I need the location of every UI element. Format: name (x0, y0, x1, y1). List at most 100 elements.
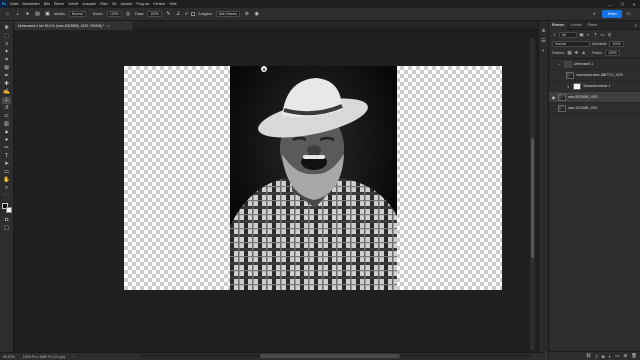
pen-tool-icon[interactable]: ✑ (2, 145, 11, 152)
move-tool-icon[interactable]: ✥ (2, 25, 11, 32)
sample-select[interactable]: Alle Ebenen (215, 11, 241, 17)
history-panel-icon[interactable]: ⧖ (540, 27, 547, 34)
history-brush-icon[interactable]: ↺ (2, 105, 11, 112)
filter-adjustment-icon[interactable]: ◐ (586, 32, 591, 37)
menu-image[interactable]: Bild (42, 2, 52, 6)
background-color-swatch[interactable] (5, 207, 12, 213)
lasso-tool-icon[interactable]: ↄ (2, 41, 11, 48)
horizontal-scroll-thumb[interactable] (260, 354, 400, 358)
layer-row[interactable]: ◉ man-beard-wise-3887712_1920 (549, 70, 640, 81)
zoom-level[interactable]: 59,07% (3, 355, 15, 359)
status-arrow-icon[interactable]: › (73, 355, 74, 359)
brush-preset-icon[interactable]: ● (24, 11, 31, 18)
filter-type-icon[interactable]: T (593, 32, 598, 37)
canvas-workspace[interactable]: ✥ (14, 30, 538, 352)
tab-paths[interactable]: Pfade (585, 21, 600, 30)
eraser-tool-icon[interactable]: ▱ (2, 113, 11, 120)
visibility-toggle[interactable]: ◉ (551, 95, 556, 100)
filter-smart-icon[interactable]: ⊡ (607, 32, 612, 38)
layer-style-icon[interactable]: ƒ (595, 354, 598, 359)
color-swatches[interactable] (1, 203, 12, 213)
photoshop-logo-icon[interactable]: Ps (0, 0, 8, 8)
lock-position-icon[interactable]: ✥ (574, 50, 579, 56)
mode-select[interactable]: Normal (68, 11, 86, 17)
tab-channels[interactable]: Kanäle (567, 21, 584, 30)
tab-layers[interactable]: Ebenen (549, 20, 568, 30)
menu-file[interactable]: Datei (8, 2, 20, 6)
hand-tool-icon[interactable]: ✋ (2, 177, 11, 184)
aligned-checkbox[interactable] (191, 12, 196, 16)
new-layer-icon[interactable]: ⊞ (624, 353, 628, 359)
horizontal-scrollbar[interactable] (140, 354, 530, 358)
menu-type[interactable]: Schrift (66, 2, 80, 6)
lock-all-icon[interactable]: 🔒︎ (581, 50, 586, 55)
maximize-button[interactable]: ❐ (616, 0, 628, 8)
menu-layer[interactable]: Ebene (52, 2, 66, 6)
ignore-adjustment-icon[interactable]: ⊘ (243, 11, 250, 18)
layer-row[interactable]: ◉ man-1412068_1920 (549, 103, 640, 114)
vertical-scrollbar[interactable] (530, 38, 535, 350)
menu-plugins[interactable]: Plug-ins (134, 2, 151, 6)
link-layers-icon[interactable]: ⛓ (586, 353, 592, 359)
vertical-scroll-thumb[interactable] (531, 138, 534, 258)
visibility-toggle[interactable]: ◉ (551, 84, 556, 89)
dodge-tool-icon[interactable]: ● (2, 137, 11, 144)
airbrush-icon[interactable]: ✎ (165, 11, 172, 18)
healing-brush-icon[interactable]: ✚ (2, 81, 11, 88)
filter-pixel-icon[interactable]: ▣ (579, 32, 584, 38)
menu-3d[interactable]: 3D (110, 2, 119, 6)
layer-row[interactable]: ◉ ⌄ Unbenannt-1 (549, 59, 640, 70)
brush-tool-icon[interactable]: ✍ (2, 89, 11, 96)
minimize-button[interactable]: — (604, 0, 616, 8)
clone-source-icon[interactable]: ▣ (44, 11, 51, 18)
document-canvas[interactable] (124, 66, 502, 290)
chevron-down-icon[interactable]: ⌄ (558, 62, 562, 66)
menu-edit[interactable]: Bearbeiten (20, 2, 41, 6)
add-mask-icon[interactable]: ◙ (602, 354, 605, 359)
blur-tool-icon[interactable]: ▲ (2, 129, 11, 136)
zoom-tool-icon[interactable]: ⌕ (2, 185, 11, 192)
rectangle-tool-icon[interactable]: ▭ (2, 169, 11, 176)
adjustments-panel-icon[interactable]: ◐ (540, 47, 547, 54)
quick-mask-icon[interactable]: ◘ (2, 217, 11, 224)
menu-help[interactable]: Hilfe (168, 2, 179, 6)
document-tab[interactable]: Unbenannt-1 bei 59,1% (man-8325898_1920,… (14, 21, 134, 30)
layer-row[interactable]: ◉ ◐ Tonwertkorrektur 1 (549, 81, 640, 92)
crop-tool-icon[interactable]: ⌗ (2, 57, 11, 64)
search-icon[interactable]: ⌕ (591, 10, 598, 18)
visibility-toggle[interactable]: ◉ (551, 106, 556, 111)
more-tools-icon[interactable]: ⋯ (2, 193, 11, 200)
menu-filter[interactable]: Filter (98, 2, 110, 6)
new-adjustment-icon[interactable]: ◐ (609, 354, 612, 359)
layer-row-selected[interactable]: ◉ man-8325898_1920 (549, 92, 640, 103)
frame-tool-icon[interactable]: ⊠ (2, 65, 11, 72)
path-select-tool-icon[interactable]: ➤ (2, 161, 11, 168)
visibility-toggle[interactable]: ◉ (551, 62, 556, 67)
pressure-opacity-icon[interactable]: ◎ (125, 11, 132, 18)
clone-stamp-tool-icon[interactable]: ⊥ (2, 97, 11, 104)
angle-value[interactable]: 0° (185, 12, 188, 16)
share-button[interactable]: Teilen (602, 10, 622, 18)
filter-shape-icon[interactable]: ▭ (600, 32, 605, 38)
stamp-tool-icon[interactable]: ⊥ (14, 11, 21, 18)
gradient-tool-icon[interactable]: ▥ (2, 121, 11, 128)
screen-mode-icon[interactable]: ▢ (2, 225, 11, 232)
menu-view[interactable]: Ansicht (119, 2, 135, 6)
lock-pixels-icon[interactable]: ▦ (567, 50, 572, 56)
tab-close-icon[interactable]: × (107, 23, 109, 28)
fill-input[interactable]: 100% (605, 49, 620, 56)
type-tool-icon[interactable]: T (2, 153, 11, 160)
new-group-icon[interactable]: ▭ (615, 353, 619, 359)
menu-select[interactable]: Auswahl (80, 2, 98, 6)
blend-mode-select[interactable]: Normal (552, 40, 590, 47)
brush-settings-icon[interactable]: ▤ (34, 11, 41, 18)
workspace-icon[interactable]: ▭ (625, 10, 632, 18)
layer-filter-select[interactable]: Art (559, 31, 577, 38)
quick-select-tool-icon[interactable]: ✦ (2, 49, 11, 56)
flow-input[interactable]: 100% (147, 11, 162, 17)
visibility-toggle[interactable]: ◉ (551, 73, 556, 78)
layer-opacity-input[interactable]: 100% (609, 40, 624, 47)
panel-menu-icon[interactable]: ≡ (635, 23, 640, 28)
marquee-tool-icon[interactable]: ⬚ (2, 33, 11, 40)
menu-window[interactable]: Fenster (151, 2, 167, 6)
